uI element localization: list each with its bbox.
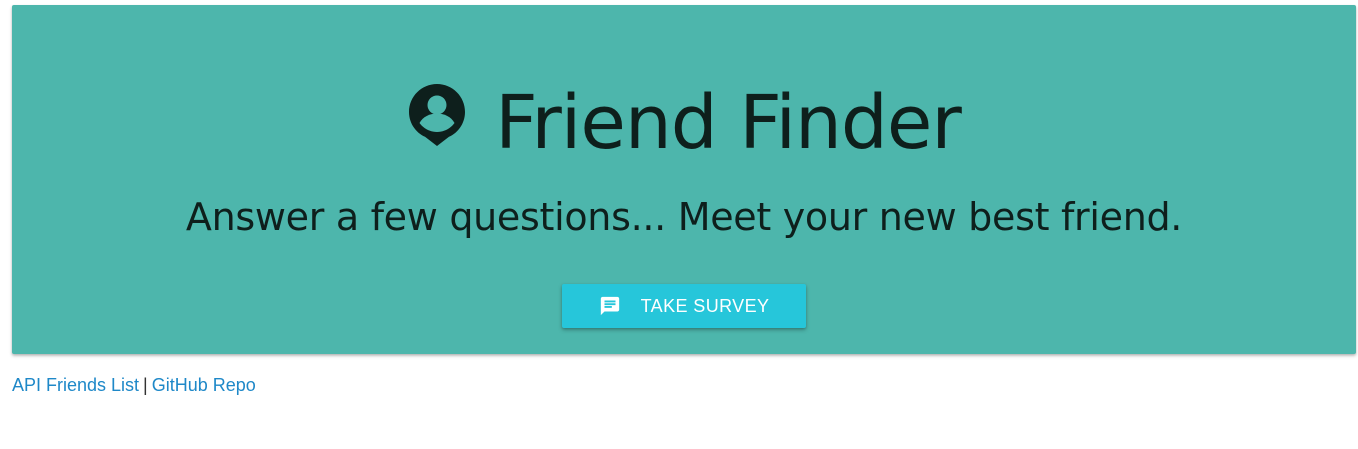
title-row: Friend Finder [12,75,1356,170]
footer-links: API Friends List | GitHub Repo [12,375,256,396]
hero-banner: Friend Finder Answer a few questions... … [12,5,1356,354]
take-survey-label: TAKE SURVEY [640,295,770,316]
chat-bubble-icon [599,295,621,317]
link-separator: | [143,375,148,395]
api-friends-list-link[interactable]: API Friends List [12,375,139,395]
take-survey-button[interactable]: TAKE SURVEY [562,284,806,328]
person-pin-icon [407,82,467,148]
page-title: Friend Finder [495,79,962,166]
page-subtitle: Answer a few questions... Meet your new … [185,195,1183,239]
github-repo-link[interactable]: GitHub Repo [152,375,256,395]
